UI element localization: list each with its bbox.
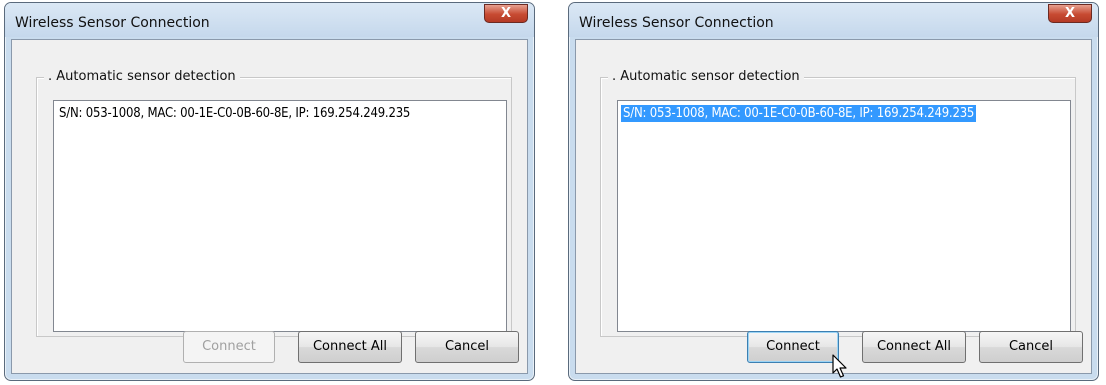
sensor-list[interactable]: S/N: 053-1008, MAC: 00-1E-C0-0B-60-8E, I…: [617, 100, 1071, 332]
close-icon: X: [1064, 6, 1076, 21]
connect-all-button[interactable]: Connect All: [862, 331, 966, 363]
window-title: Wireless Sensor Connection: [15, 15, 210, 31]
sensor-detection-group: . Automatic sensor detection S/N: 053-10…: [36, 69, 512, 337]
close-icon: X: [500, 6, 512, 21]
title-bar[interactable]: Wireless Sensor Connection X: [569, 3, 1098, 37]
sensor-list-item-selected[interactable]: S/N: 053-1008, MAC: 00-1E-C0-0B-60-8E, I…: [621, 105, 977, 122]
dialog-body: . Automatic sensor detection S/N: 053-10…: [11, 39, 528, 374]
sensor-list[interactable]: S/N: 053-1008, MAC: 00-1E-C0-0B-60-8E, I…: [53, 100, 507, 332]
dialog-body: . Automatic sensor detection S/N: 053-10…: [575, 39, 1092, 378]
cancel-button[interactable]: Cancel: [979, 331, 1083, 363]
cancel-button[interactable]: Cancel: [415, 331, 519, 363]
sensor-list-item[interactable]: S/N: 053-1008, MAC: 00-1E-C0-0B-60-8E, I…: [57, 105, 412, 122]
title-bar[interactable]: Wireless Sensor Connection X: [5, 3, 534, 37]
sensor-detection-group: . Automatic sensor detection S/N: 053-10…: [600, 69, 1076, 337]
dialog-window-unselected: Wireless Sensor Connection X . Automatic…: [4, 2, 535, 381]
window-title: Wireless Sensor Connection: [579, 15, 774, 31]
close-button[interactable]: X: [484, 4, 528, 23]
connect-button[interactable]: Connect: [747, 331, 839, 363]
connect-button[interactable]: Connect: [183, 331, 275, 363]
connect-all-button[interactable]: Connect All: [298, 331, 402, 363]
arrow-cursor-icon: [832, 354, 847, 378]
dialog-window-selected: Wireless Sensor Connection X . Automatic…: [568, 2, 1099, 381]
close-button[interactable]: X: [1048, 4, 1092, 23]
group-label: . Automatic sensor detection: [608, 69, 804, 84]
group-label: . Automatic sensor detection: [44, 69, 240, 84]
